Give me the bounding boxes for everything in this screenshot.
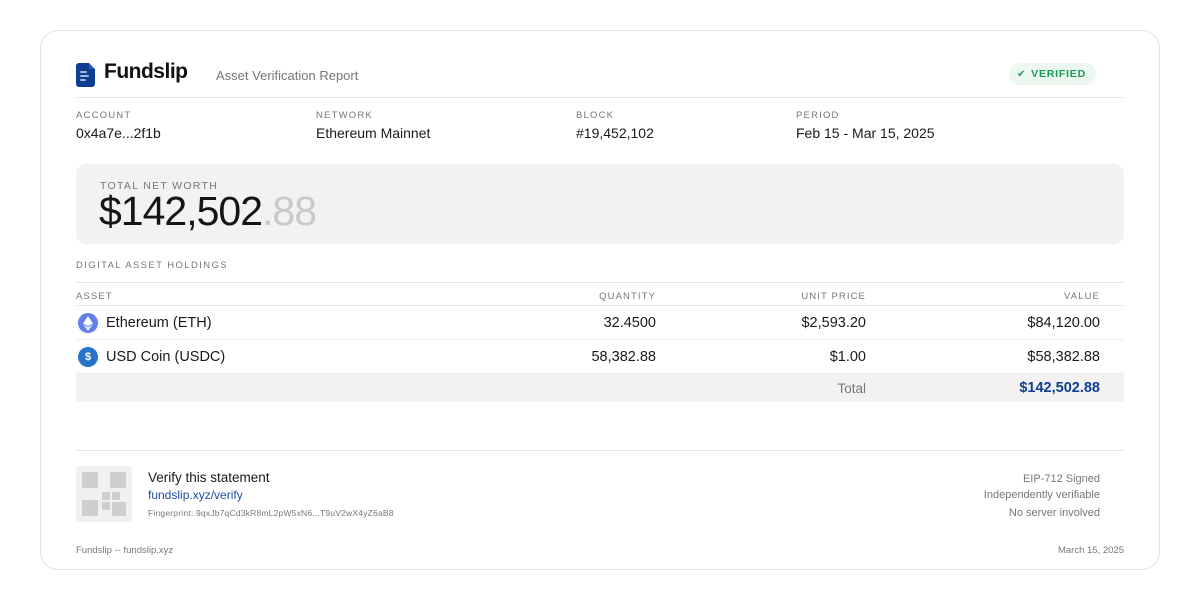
fingerprint-text: Fingerprint: 9qxJb7qCd3kR8mL2pW5xN6...T9… bbox=[148, 508, 394, 518]
asset-name: Ethereum (ETH) bbox=[106, 315, 212, 331]
checkmark-icon: ✔ bbox=[1016, 68, 1027, 80]
unit-price-cell: $1.00 bbox=[829, 349, 866, 365]
table-row: $ USD Coin (USDC) 58,382.88 $1.00 $58,38… bbox=[76, 340, 1124, 374]
net-worth-whole: $142,502 bbox=[99, 188, 263, 234]
account-address: 0x4a7e...2f1b bbox=[76, 125, 161, 141]
column-header-quantity: QUANTITY bbox=[599, 291, 656, 302]
footer-site: Fundslip -- fundslip.xyz bbox=[76, 545, 174, 556]
net-worth-cents: .88 bbox=[262, 188, 317, 234]
document-logo-icon bbox=[76, 63, 95, 87]
block-value: #19,452,102 bbox=[576, 125, 654, 141]
verify-link[interactable]: fundslip.xyz/verify bbox=[148, 488, 243, 502]
meta-period: PERIOD Feb 15 - Mar 15, 2025 bbox=[796, 110, 935, 141]
signature-note: Independently verifiable bbox=[983, 489, 1100, 501]
meta-block: BLOCK #19,452,102 bbox=[576, 110, 654, 141]
usdc-icon: $ bbox=[78, 347, 98, 367]
net-worth-panel: TOTAL NET WORTH $142,502.88 bbox=[76, 164, 1124, 244]
quantity-cell: 32.4500 bbox=[603, 315, 656, 331]
ethereum-icon bbox=[78, 313, 98, 333]
quantity-cell: 58,382.88 bbox=[591, 349, 656, 365]
section-divider bbox=[76, 450, 1124, 451]
holdings-table: ASSET QUANTITY UNIT PRICE VALUE Ethereum… bbox=[76, 282, 1124, 402]
value-cell: $84,120.00 bbox=[1027, 315, 1100, 331]
network-value: Ethereum Mainnet bbox=[316, 125, 431, 141]
report-title: Asset Verification Report bbox=[216, 68, 359, 83]
holdings-section-title: DIGITAL ASSET HOLDINGS bbox=[76, 260, 229, 271]
verified-badge-label: VERIFIED bbox=[1031, 68, 1086, 80]
qr-code-icon[interactable] bbox=[76, 466, 132, 522]
report-header: Fundslip Asset Verification Report ✔ VER… bbox=[76, 58, 1124, 98]
signature-note: EIP-712 Signed bbox=[1022, 473, 1100, 485]
total-label: Total bbox=[837, 381, 866, 396]
meta-label: PERIOD bbox=[796, 110, 840, 121]
table-row: Ethereum (ETH) 32.4500 $2,593.20 $84,120… bbox=[76, 306, 1124, 340]
total-row: Total $142,502.88 bbox=[76, 374, 1124, 402]
period-value: Feb 15 - Mar 15, 2025 bbox=[796, 125, 935, 141]
net-worth-amount: $142,502.88 bbox=[99, 188, 317, 235]
table-header: ASSET QUANTITY UNIT PRICE VALUE bbox=[76, 282, 1124, 306]
verified-badge: ✔ VERIFIED bbox=[1008, 63, 1096, 85]
meta-account: ACCOUNT 0x4a7e...2f1b bbox=[76, 110, 161, 141]
signature-note: No server involved bbox=[1008, 507, 1100, 519]
value-cell: $58,382.88 bbox=[1027, 349, 1100, 365]
verify-title: Verify this statement bbox=[148, 470, 270, 485]
unit-price-cell: $2,593.20 bbox=[801, 315, 866, 331]
total-value: $142,502.88 bbox=[1019, 380, 1100, 396]
asset-name: USD Coin (USDC) bbox=[106, 349, 226, 365]
column-header-value: VALUE bbox=[1064, 291, 1100, 302]
meta-label: ACCOUNT bbox=[76, 110, 132, 121]
meta-label: BLOCK bbox=[576, 110, 615, 121]
column-header-asset: ASSET bbox=[76, 291, 113, 302]
brand-name: Fundslip bbox=[104, 60, 188, 83]
footer-date: March 15, 2025 bbox=[1057, 545, 1124, 556]
column-header-unit-price: UNIT PRICE bbox=[801, 291, 866, 302]
meta-network: NETWORK Ethereum Mainnet bbox=[316, 110, 430, 141]
meta-label: NETWORK bbox=[316, 110, 373, 121]
